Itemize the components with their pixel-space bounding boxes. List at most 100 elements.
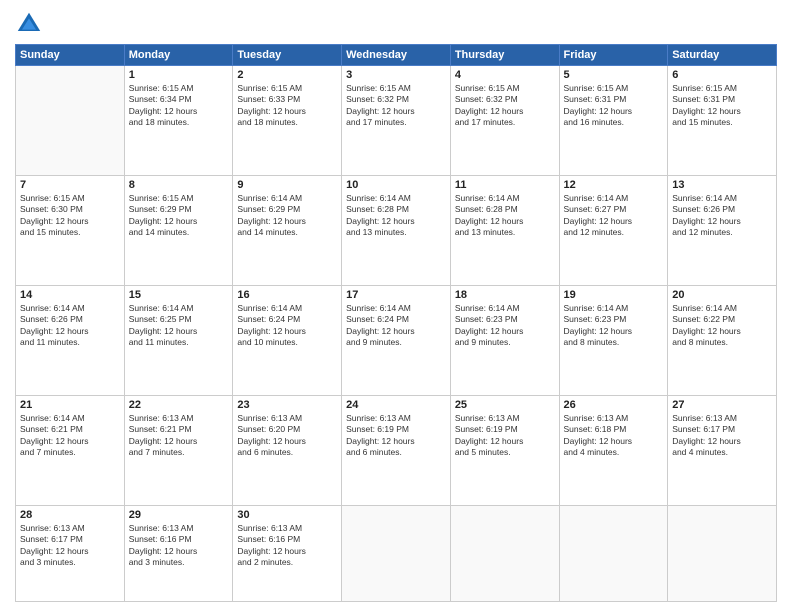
calendar-cell: 29Sunrise: 6:13 AMSunset: 6:16 PMDayligh… [124,505,233,601]
calendar-cell [450,505,559,601]
cell-info: Sunrise: 6:13 AMSunset: 6:20 PMDaylight:… [237,413,337,459]
day-number: 11 [455,179,555,191]
cell-info: Sunrise: 6:14 AMSunset: 6:24 PMDaylight:… [346,303,446,349]
cell-info: Sunrise: 6:13 AMSunset: 6:19 PMDaylight:… [346,413,446,459]
calendar-cell: 13 Sunrise: 6:14 AMSunset: 6:26 PMDayligh… [668,175,777,285]
calendar-row: 7Sunrise: 6:15 AMSunset: 6:30 PMDaylight… [16,175,777,285]
day-number: 8 [129,179,229,191]
weekday-header: Sunday [16,45,125,66]
calendar-cell: 2 Sunrise: 6:15 AMSunset: 6:33 PMDaylight… [233,66,342,176]
cell-info: Sunrise: 6:14 AMSunset: 6:22 PMDaylight:… [672,303,772,349]
day-number: 2 [237,69,337,81]
calendar-cell: 19 Sunrise: 6:14 AMSunset: 6:23 PMDayligh… [559,285,668,395]
cell-info: Sunrise: 6:14 AMSunset: 6:27 PMDaylight:… [564,193,664,239]
cell-info: Sunrise: 6:14 AMSunset: 6:29 PMDaylight:… [237,193,337,239]
calendar-cell: 10 Sunrise: 6:14 AMSunset: 6:28 PMDayligh… [342,175,451,285]
day-number: 19 [564,289,664,301]
logo-icon [15,10,43,38]
calendar-cell [559,505,668,601]
calendar-cell: 18 Sunrise: 6:14 AMSunset: 6:23 PMDayligh… [450,285,559,395]
day-number: 29 [129,509,229,521]
cell-info: Sunrise: 6:14 AMSunset: 6:21 PMDaylight:… [20,413,120,459]
calendar-cell: 28 Sunrise: 6:13 AMSunset: 6:17 PMDayligh… [16,505,125,601]
day-number: 27 [672,399,772,411]
calendar-cell: 30 Sunrise: 6:13 AMSunset: 6:16 PMDayligh… [233,505,342,601]
page: SundayMondayTuesdayWednesdayThursdayFrid… [0,0,792,612]
day-number: 18 [455,289,555,301]
calendar-row: 28 Sunrise: 6:13 AMSunset: 6:17 PMDayligh… [16,505,777,601]
cell-info: Sunrise: 6:14 AMSunset: 6:23 PMDaylight:… [455,303,555,349]
calendar-cell [668,505,777,601]
day-number: 20 [672,289,772,301]
cell-info: Sunrise: 6:15 AMSunset: 6:31 PMDaylight:… [564,83,664,129]
cell-info: Sunrise: 6:13 AMSunset: 6:21 PMDaylight:… [129,413,229,459]
header-row: SundayMondayTuesdayWednesdayThursdayFrid… [16,45,777,66]
day-number: 1 [129,69,229,81]
cell-info: Sunrise: 6:15 AMSunset: 6:32 PMDaylight:… [455,83,555,129]
calendar-cell: 3 Sunrise: 6:15 AMSunset: 6:32 PMDaylight… [342,66,451,176]
weekday-header: Tuesday [233,45,342,66]
weekday-header: Thursday [450,45,559,66]
calendar-cell: 6 Sunrise: 6:15 AMSunset: 6:31 PMDaylight… [668,66,777,176]
day-number: 15 [129,289,229,301]
day-number: 14 [20,289,120,301]
calendar-row: 21 Sunrise: 6:14 AMSunset: 6:21 PMDayligh… [16,395,777,505]
calendar-cell: 4 Sunrise: 6:15 AMSunset: 6:32 PMDaylight… [450,66,559,176]
day-number: 9 [237,179,337,191]
day-number: 12 [564,179,664,191]
calendar-cell: 26Sunrise: 6:13 AMSunset: 6:18 PMDayligh… [559,395,668,505]
cell-info: Sunrise: 6:15 AMSunset: 6:32 PMDaylight:… [346,83,446,129]
cell-info: Sunrise: 6:13 AMSunset: 6:17 PMDaylight:… [20,523,120,569]
cell-info: Sunrise: 6:14 AMSunset: 6:24 PMDaylight:… [237,303,337,349]
cell-info: Sunrise: 6:14 AMSunset: 6:28 PMDaylight:… [455,193,555,239]
cell-info: Sunrise: 6:13 AMSunset: 6:19 PMDaylight:… [455,413,555,459]
day-number: 5 [564,69,664,81]
day-number: 30 [237,509,337,521]
calendar-cell: 22Sunrise: 6:13 AMSunset: 6:21 PMDayligh… [124,395,233,505]
day-number: 23 [237,399,337,411]
calendar-cell: 17 Sunrise: 6:14 AMSunset: 6:24 PMDayligh… [342,285,451,395]
calendar-cell: 8 Sunrise: 6:15 AMSunset: 6:29 PMDaylight… [124,175,233,285]
cell-info: Sunrise: 6:14 AMSunset: 6:28 PMDaylight:… [346,193,446,239]
cell-info: Sunrise: 6:15 AMSunset: 6:31 PMDaylight:… [672,83,772,129]
day-number: 25 [455,399,555,411]
day-number: 13 [672,179,772,191]
calendar-cell: 23 Sunrise: 6:13 AMSunset: 6:20 PMDayligh… [233,395,342,505]
calendar-cell: 1 Sunrise: 6:15 AMSunset: 6:34 PMDaylight… [124,66,233,176]
weekday-header: Monday [124,45,233,66]
cell-info: Sunrise: 6:15 AMSunset: 6:33 PMDaylight:… [237,83,337,129]
calendar-cell: 7Sunrise: 6:15 AMSunset: 6:30 PMDaylight… [16,175,125,285]
cell-info: Sunrise: 6:13 AMSunset: 6:18 PMDaylight:… [564,413,664,459]
calendar-row: 1 Sunrise: 6:15 AMSunset: 6:34 PMDaylight… [16,66,777,176]
day-number: 16 [237,289,337,301]
weekday-header: Saturday [668,45,777,66]
cell-info: Sunrise: 6:13 AMSunset: 6:16 PMDaylight:… [237,523,337,569]
cell-info: Sunrise: 6:14 AMSunset: 6:23 PMDaylight:… [564,303,664,349]
calendar-cell: 25 Sunrise: 6:13 AMSunset: 6:19 PMDayligh… [450,395,559,505]
day-number: 6 [672,69,772,81]
weekday-header: Wednesday [342,45,451,66]
day-number: 21 [20,399,120,411]
calendar-cell: 12 Sunrise: 6:14 AMSunset: 6:27 PMDayligh… [559,175,668,285]
day-number: 4 [455,69,555,81]
calendar-cell: 20 Sunrise: 6:14 AMSunset: 6:22 PMDayligh… [668,285,777,395]
calendar-table: SundayMondayTuesdayWednesdayThursdayFrid… [15,44,777,602]
cell-info: Sunrise: 6:13 AMSunset: 6:17 PMDaylight:… [672,413,772,459]
cell-info: Sunrise: 6:14 AMSunset: 6:26 PMDaylight:… [672,193,772,239]
cell-info: Sunrise: 6:14 AMSunset: 6:26 PMDaylight:… [20,303,120,349]
calendar-row: 14 Sunrise: 6:14 AMSunset: 6:26 PMDayligh… [16,285,777,395]
cell-info: Sunrise: 6:15 AMSunset: 6:34 PMDaylight:… [129,83,229,129]
calendar-cell: 27 Sunrise: 6:13 AMSunset: 6:17 PMDayligh… [668,395,777,505]
calendar-cell: 9 Sunrise: 6:14 AMSunset: 6:29 PMDaylight… [233,175,342,285]
cell-info: Sunrise: 6:14 AMSunset: 6:25 PMDaylight:… [129,303,229,349]
calendar-cell: 21 Sunrise: 6:14 AMSunset: 6:21 PMDayligh… [16,395,125,505]
calendar-cell [16,66,125,176]
cell-info: Sunrise: 6:15 AMSunset: 6:29 PMDaylight:… [129,193,229,239]
day-number: 10 [346,179,446,191]
header [15,10,777,38]
weekday-header: Friday [559,45,668,66]
day-number: 17 [346,289,446,301]
day-number: 3 [346,69,446,81]
calendar-cell: 11 Sunrise: 6:14 AMSunset: 6:28 PMDayligh… [450,175,559,285]
day-number: 28 [20,509,120,521]
